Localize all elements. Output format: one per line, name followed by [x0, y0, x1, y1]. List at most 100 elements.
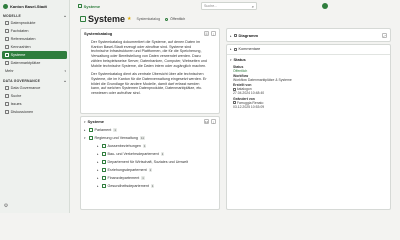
chart-icon: [5, 45, 9, 49]
sidebar-item-label: Suche: [10, 94, 22, 98]
sidebar-item-label: Data Governance: [10, 86, 41, 90]
tree-item[interactable]: ▾ Regierung und Verwaltung 11: [84, 134, 216, 142]
tree-item[interactable]: ▸ Departement für Wirtschaft, Soziales un…: [84, 158, 216, 166]
page-header: Systeme ★ Systemkatalog Öffentlich: [80, 14, 400, 24]
brand-name: Kanton Basel-Stadt: [10, 3, 47, 9]
count-badge: 1: [142, 144, 147, 148]
sidebar-item-kennzahlen[interactable]: Kennzahlen: [0, 43, 69, 51]
chevron-right-icon[interactable]: ▸: [97, 152, 100, 156]
brand[interactable]: Kanton Basel-Stadt: [0, 0, 69, 12]
sidebar-section-data-governance[interactable]: DATA GOVERNANCE ▴: [0, 77, 69, 84]
star-icon[interactable]: ★: [127, 16, 131, 22]
user-icon: [233, 87, 236, 91]
tree-item[interactable]: ▸ Erziehungsdepartement 1: [84, 166, 216, 174]
count-badge: 11: [139, 136, 145, 140]
tree-item[interactable]: ▸ Aussenbeziehungen 1: [84, 142, 216, 150]
sidebar-item-suche[interactable]: Suche: [0, 92, 69, 100]
server-icon: [5, 53, 9, 57]
sidebar-item-label: Systeme: [10, 53, 26, 57]
count-badge: 1: [160, 152, 165, 156]
section-label: DATA GOVERNANCE: [3, 78, 41, 83]
chevron-down-icon[interactable]: ▾: [84, 120, 86, 124]
sidebar-item-label: Kennzahlen: [10, 45, 31, 49]
chevron-right-icon[interactable]: ▸: [230, 34, 232, 38]
section-label: MODELLE: [3, 13, 21, 18]
expand-icon[interactable]: ⤢: [382, 33, 387, 38]
chevron-right-icon[interactable]: ▸: [97, 184, 100, 188]
folder-icon: [102, 144, 106, 148]
status-section-header[interactable]: ▾ Status: [227, 56, 390, 64]
breadcrumb[interactable]: Systeme: [78, 4, 100, 9]
chevron-down-icon: ▾: [64, 69, 66, 73]
tree-item-label: Gesundheitsdepartement: [107, 184, 149, 188]
search-placeholder: Suche...: [204, 4, 218, 8]
tree-item[interactable]: ▸ Gesundheitsdepartement 1: [84, 182, 216, 190]
sidebar-item-issues[interactable]: Issues: [0, 100, 69, 108]
sidebar-item-datenmarktplaetze[interactable]: Datenmarktplätze: [0, 59, 69, 67]
sidebar-item-label: Mehr: [5, 69, 14, 73]
server-icon: [80, 16, 86, 22]
avatar[interactable]: [322, 3, 328, 9]
folder-icon: [102, 176, 106, 180]
chevron-right-icon[interactable]: ▸: [97, 176, 100, 180]
kommentare-row[interactable]: ▸ Kommentare: [227, 45, 390, 53]
tree-item-label: Parlament: [94, 128, 112, 132]
tree-item-label: Regierung und Verwaltung: [94, 136, 138, 140]
chevron-down-icon[interactable]: ▾: [84, 136, 87, 140]
count-badge: 1: [148, 168, 153, 172]
tree-item-label: Departement für Wirtschaft, Soziales und…: [107, 160, 189, 164]
more-icon[interactable]: ⋮: [211, 119, 216, 124]
katalog-panel: Systemkatalog ⚿ ⋮ Der Systemkatalog doku…: [80, 28, 220, 114]
breadcrumb-label: Systeme: [83, 3, 101, 9]
more-icon[interactable]: ⋮: [211, 31, 216, 36]
tree-item[interactable]: ▸ Parlament 1: [84, 126, 216, 134]
section-title: Status: [233, 57, 246, 62]
status-badge: Öffentlich: [170, 17, 186, 21]
sidebar-item-diskussionen[interactable]: Diskussionen: [0, 108, 69, 116]
chevron-up-icon: ▴: [64, 13, 66, 18]
search-input[interactable]: Suche... ⌕: [201, 2, 257, 10]
folder-icon: [102, 184, 106, 188]
chevron-right-icon[interactable]: ▸: [97, 144, 100, 148]
comment-icon: [233, 47, 237, 51]
tree-item-label: Erziehungsdepartement: [107, 168, 147, 172]
chevron-right-icon[interactable]: ▸: [230, 47, 232, 51]
chevron-right-icon[interactable]: ▸: [84, 128, 87, 132]
sidebar-item-label: Referenzdaten: [10, 37, 36, 41]
sidebar-item-label: Diskussionen: [10, 110, 34, 114]
tree-item-label: Finanzdepartement: [107, 176, 140, 180]
description-paragraph: Der Systemkatalog dient als zentrale Übe…: [91, 72, 207, 96]
tree-item-label: Aussenbeziehungen: [107, 144, 141, 148]
issue-icon: [5, 102, 9, 106]
diagram-icon: [233, 34, 237, 37]
systeme-tree: ▸ Parlament 1 ▾ Regierung und Verwaltung 11 …: [81, 126, 219, 190]
sidebar-section-modelle[interactable]: MODELLE ▴: [0, 12, 69, 19]
geandert-date: 03.12.2025 10:53:09: [233, 104, 265, 109]
sidebar-item-systeme[interactable]: Systeme: [2, 51, 67, 59]
sidebar-item-referenzdaten[interactable]: Referenzdaten: [0, 35, 69, 43]
chevron-right-icon[interactable]: ▸: [97, 160, 100, 164]
sidebar-item-label: Issues: [10, 102, 22, 106]
logo-icon: [3, 3, 8, 9]
sidebar-item-fachdaten[interactable]: Fachdaten: [0, 27, 69, 35]
sidebar-item-datenprodukte[interactable]: Datenprodukte: [0, 19, 69, 27]
sidebar-item-mehr[interactable]: Mehr ▾: [0, 67, 69, 75]
katalog-description: Der Systemkatalog dokumentiert die Syste…: [81, 38, 219, 102]
folder-icon: [89, 136, 93, 140]
tree-item[interactable]: ▸ Bau- und Verkehrsdepartement 1: [84, 150, 216, 158]
status-dot-icon: [165, 17, 169, 21]
panel-title: Systemkatalog: [84, 31, 113, 36]
diagramm-panel[interactable]: ▸ Diagramm ⤢: [226, 28, 391, 42]
chevron-down-icon[interactable]: ▾: [230, 58, 232, 62]
lock-icon[interactable]: ⚿: [204, 31, 209, 36]
list-icon: [5, 37, 9, 41]
sidebar-item-data-governance[interactable]: Data Governance: [0, 84, 69, 92]
tree-item-label: Bau- und Verkehrsdepartement: [107, 152, 159, 156]
gear-icon[interactable]: ⚙: [3, 203, 9, 209]
tree-item[interactable]: ▸ Finanzdepartement 1: [84, 174, 216, 182]
search-icon[interactable]: ⌕: [252, 4, 254, 9]
count-badge: 1: [113, 128, 117, 132]
chevron-right-icon[interactable]: ▸: [97, 168, 100, 172]
kommentare-label: Kommentare: [238, 47, 261, 51]
shield-icon: [5, 86, 9, 90]
